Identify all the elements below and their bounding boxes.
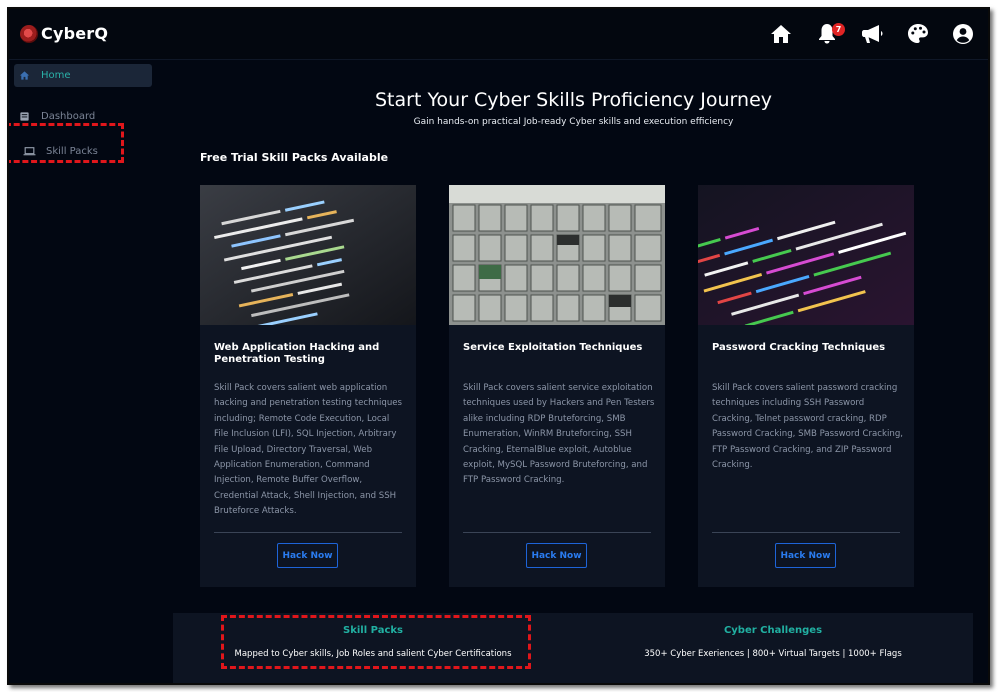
card-description: Skill Pack covers salient password crack… bbox=[712, 383, 904, 471]
account-icon[interactable] bbox=[951, 22, 975, 46]
card-description: Skill Pack covers salient service exploi… bbox=[463, 383, 655, 486]
notification-badge: 7 bbox=[832, 23, 845, 36]
sidebar-item-home[interactable]: Home bbox=[14, 64, 152, 87]
megaphone-icon[interactable] bbox=[860, 22, 884, 46]
highlight-box-sidebar bbox=[9, 123, 124, 163]
skill-pack-card: Web Application Hacking and Penetration … bbox=[200, 185, 416, 587]
card-image-code-screen bbox=[200, 185, 416, 325]
sidebar-item-label: Home bbox=[41, 70, 71, 81]
cyber-challenges-subtitle: 350+ Cyber Exeriences | 800+ Virtual Tar… bbox=[644, 649, 902, 659]
home-icon[interactable] bbox=[769, 22, 793, 46]
card-title: Password Cracking Techniques bbox=[712, 342, 886, 353]
app-window: CyberQ 7 Home Dashboard Skill Packs Star… bbox=[7, 7, 990, 685]
hack-now-button[interactable]: Hack Now bbox=[775, 543, 836, 568]
section-label: Free Trial Skill Packs Available bbox=[200, 151, 389, 164]
logo-icon bbox=[20, 24, 38, 43]
home-icon bbox=[19, 71, 30, 80]
highlight-box-skill-packs bbox=[221, 615, 531, 669]
skill-pack-card: Service Exploitation Techniques Skill Pa… bbox=[449, 185, 665, 587]
card-image-lockers bbox=[449, 185, 665, 325]
card-image-code-colorful bbox=[698, 185, 914, 325]
logo[interactable]: CyberQ bbox=[20, 24, 108, 43]
top-bar: CyberQ 7 bbox=[9, 9, 988, 60]
card-description: Skill Pack covers salient web applicatio… bbox=[214, 383, 403, 517]
card-title: Web Application Hacking and Penetration … bbox=[214, 342, 380, 365]
hack-now-button[interactable]: Hack Now bbox=[277, 543, 338, 568]
dashboard-icon bbox=[20, 112, 29, 121]
sidebar-item-label: Dashboard bbox=[41, 111, 96, 122]
divider bbox=[463, 532, 651, 533]
skill-pack-card: Password Cracking Techniques Skill Pack … bbox=[698, 185, 914, 587]
logo-text: CyberQ bbox=[41, 24, 109, 43]
page-subtitle: Gain hands-on practical Job-ready Cyber … bbox=[413, 117, 734, 127]
palette-icon[interactable] bbox=[906, 22, 930, 46]
divider bbox=[712, 532, 900, 533]
page-title: Start Your Cyber Skills Proficiency Jour… bbox=[374, 89, 773, 111]
card-title: Service Exploitation Techniques bbox=[463, 342, 643, 353]
cyber-challenges-title[interactable]: Cyber Challenges bbox=[573, 625, 973, 636]
hack-now-button[interactable]: Hack Now bbox=[526, 543, 587, 568]
divider bbox=[214, 532, 402, 533]
